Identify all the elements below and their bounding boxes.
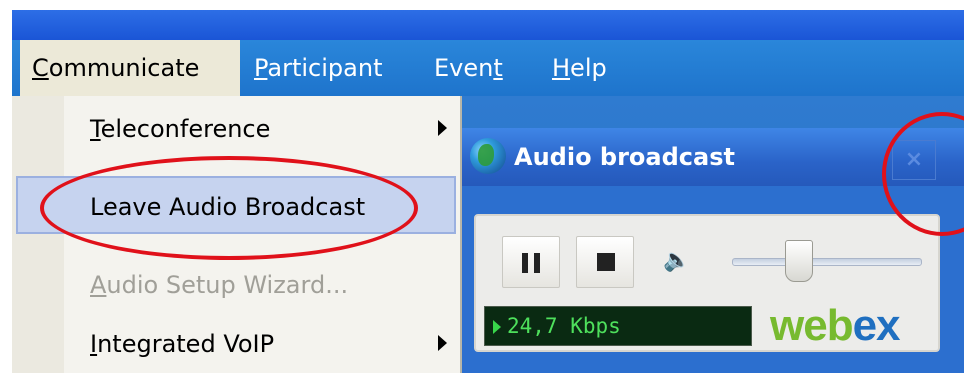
audio-broadcast-title: Audio broadcast xyxy=(514,143,735,171)
volume-slider[interactable] xyxy=(732,258,922,266)
menu-item-integrated-voip[interactable]: Integrated VoIP xyxy=(12,315,460,373)
menu-communicate-mnemonic: C xyxy=(32,54,49,82)
webex-logo: webex xyxy=(770,301,901,350)
menu-event-mnemonic: t xyxy=(493,54,503,82)
menu-communicate[interactable]: Communicate xyxy=(20,40,240,96)
submenu-arrow-icon xyxy=(438,120,447,136)
menu-participant[interactable]: Participant xyxy=(254,40,382,96)
menu-bar: Communicate Participant Event Help xyxy=(12,40,964,96)
bitrate-display: 24,7 Kbps xyxy=(484,306,752,346)
top-strip xyxy=(0,0,964,10)
menu-item-audio-setup-wizard-label: Audio Setup Wizard... xyxy=(90,271,349,299)
menu-event[interactable]: Event xyxy=(434,40,503,96)
menu-item-audio-setup-wizard: Audio Setup Wizard... xyxy=(12,256,460,314)
menu-help-mnemonic: H xyxy=(552,54,571,82)
play-indicator-icon xyxy=(493,320,501,334)
stop-icon xyxy=(597,253,615,271)
submenu-arrow-icon xyxy=(438,335,447,351)
volume-slider-thumb[interactable] xyxy=(785,240,813,282)
menu-help-label: elp xyxy=(570,54,607,82)
menu-help[interactable]: Help xyxy=(552,40,607,96)
stop-button[interactable] xyxy=(576,236,634,288)
bitrate-value: 24,7 Kbps xyxy=(507,314,621,338)
menu-item-teleconference-label: Teleconference xyxy=(90,115,271,143)
pause-icon xyxy=(522,253,528,273)
menu-participant-label: articipant xyxy=(267,54,383,82)
pause-button[interactable] xyxy=(502,236,560,288)
pause-icon-bar xyxy=(534,253,540,273)
menu-event-label: Even xyxy=(434,54,494,82)
speaker-icon[interactable]: 🔈 xyxy=(662,246,692,276)
menu-communicate-label: ommunicate xyxy=(48,54,200,82)
menu-participant-mnemonic: P xyxy=(254,54,268,82)
globe-icon xyxy=(470,138,506,174)
menu-item-integrated-voip-label: Integrated VoIP xyxy=(90,330,275,358)
annotation-circle-leave-audio xyxy=(40,156,418,260)
menu-item-teleconference[interactable]: Teleconference xyxy=(12,100,460,158)
window-title-bar xyxy=(12,10,964,40)
